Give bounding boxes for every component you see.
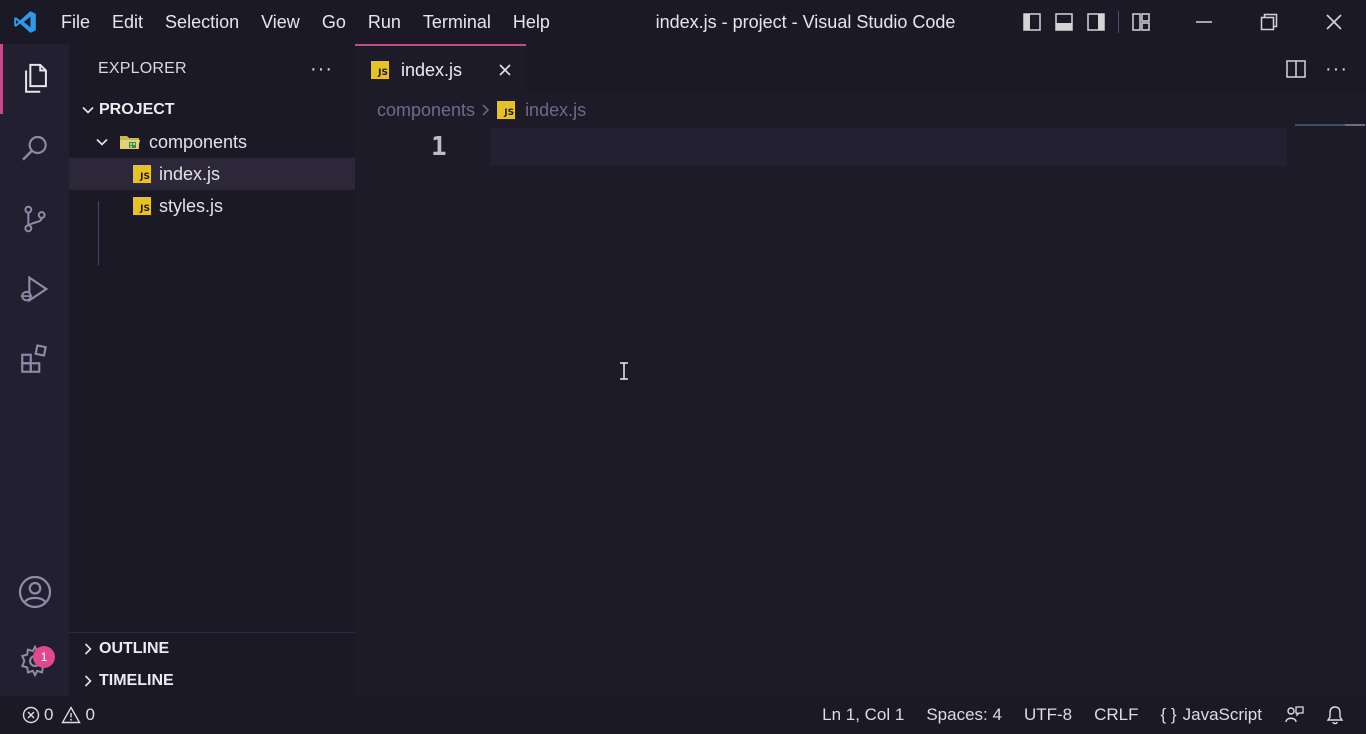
outline-label: OUTLINE bbox=[99, 640, 170, 657]
problems-status[interactable]: 0 0 bbox=[0, 705, 95, 725]
menu-go[interactable]: Go bbox=[311, 0, 357, 44]
menu-selection[interactable]: Selection bbox=[154, 0, 250, 44]
settings-badge: 1 bbox=[33, 646, 55, 668]
menu-bar: File Edit Selection View Go Run Terminal… bbox=[50, 0, 561, 44]
close-window-icon[interactable] bbox=[1301, 0, 1366, 44]
split-editor-icon[interactable] bbox=[1285, 59, 1307, 79]
js-file-icon: JS bbox=[371, 61, 389, 79]
language-label: JavaScript bbox=[1182, 705, 1262, 724]
chevron-down-icon bbox=[77, 103, 99, 117]
error-icon bbox=[22, 706, 40, 724]
breadcrumb: components JS index.js bbox=[355, 94, 1366, 126]
menu-run[interactable]: Run bbox=[357, 0, 412, 44]
scrollbar-indicator bbox=[1345, 124, 1365, 126]
js-file-icon: JS bbox=[133, 165, 151, 183]
timeline-label: TIMELINE bbox=[99, 672, 174, 689]
title-bar: File Edit Selection View Go Run Terminal… bbox=[0, 0, 1366, 44]
cursor-position[interactable]: Ln 1, Col 1 bbox=[811, 705, 915, 725]
editor-area: JS index.js ··· components JS index.js 1 bbox=[355, 44, 1366, 696]
line-number: 1 bbox=[431, 132, 447, 162]
minimize-icon[interactable] bbox=[1171, 0, 1236, 44]
warning-count: 0 bbox=[85, 705, 95, 724]
minimap-indicator bbox=[1295, 124, 1345, 126]
error-count: 0 bbox=[44, 705, 54, 724]
folder-open-icon bbox=[119, 133, 141, 151]
account-icon[interactable] bbox=[0, 557, 69, 627]
menu-view[interactable]: View bbox=[250, 0, 311, 44]
menu-terminal[interactable]: Terminal bbox=[412, 0, 502, 44]
explorer-sidebar: EXPLORER ··· PROJECT components JS index… bbox=[69, 44, 355, 696]
language-mode[interactable]: { } JavaScript bbox=[1150, 705, 1273, 725]
folder-label: components bbox=[149, 131, 248, 152]
tab-label: index.js bbox=[401, 59, 463, 80]
toggle-secondary-sidebar-icon[interactable] bbox=[1080, 0, 1112, 44]
menu-edit[interactable]: Edit bbox=[101, 0, 154, 44]
tab-bar: JS index.js ··· bbox=[355, 44, 1366, 94]
toggle-panel-icon[interactable] bbox=[1048, 0, 1080, 44]
toggle-primary-sidebar-icon[interactable] bbox=[1016, 0, 1048, 44]
activity-bar: 1 bbox=[0, 44, 69, 696]
project-section-header[interactable]: PROJECT bbox=[69, 94, 355, 126]
breadcrumb-folder[interactable]: components bbox=[377, 100, 475, 121]
breadcrumb-file[interactable]: index.js bbox=[525, 100, 586, 121]
js-file-icon: JS bbox=[133, 197, 151, 215]
notifications-bell-icon[interactable] bbox=[1315, 705, 1366, 725]
menu-help[interactable]: Help bbox=[502, 0, 561, 44]
file-label: styles.js bbox=[159, 195, 224, 216]
search-icon[interactable] bbox=[0, 114, 69, 184]
chevron-right-icon bbox=[77, 642, 99, 656]
current-line[interactable] bbox=[490, 128, 1287, 166]
project-label: PROJECT bbox=[99, 101, 175, 118]
editor-more-actions-icon[interactable]: ··· bbox=[1325, 58, 1348, 81]
run-debug-icon[interactable] bbox=[0, 254, 69, 324]
source-control-icon[interactable] bbox=[0, 184, 69, 254]
settings-gear-icon[interactable]: 1 bbox=[0, 626, 69, 696]
chevron-right-icon bbox=[481, 103, 491, 117]
menu-file[interactable]: File bbox=[50, 0, 101, 44]
chevron-down-icon bbox=[95, 135, 109, 149]
file-label: index.js bbox=[159, 163, 221, 184]
title-separator bbox=[1118, 11, 1119, 33]
close-tab-icon[interactable] bbox=[498, 63, 512, 77]
warning-icon bbox=[61, 706, 82, 724]
file-styles-js[interactable]: JS styles.js bbox=[69, 190, 355, 222]
customize-layout-icon[interactable] bbox=[1125, 0, 1157, 44]
feedback-icon[interactable] bbox=[1273, 705, 1315, 725]
more-actions-icon[interactable]: ··· bbox=[310, 58, 333, 81]
explorer-title: EXPLORER bbox=[98, 60, 187, 77]
end-of-line[interactable]: CRLF bbox=[1083, 705, 1149, 725]
extensions-icon[interactable] bbox=[0, 324, 69, 394]
outline-section-header[interactable]: OUTLINE bbox=[69, 633, 355, 665]
braces-icon: { } bbox=[1160, 705, 1177, 724]
indent-guide bbox=[98, 201, 99, 265]
chevron-right-icon bbox=[77, 674, 99, 688]
encoding[interactable]: UTF-8 bbox=[1013, 705, 1083, 725]
indentation[interactable]: Spaces: 4 bbox=[915, 705, 1013, 725]
text-cursor-icon bbox=[619, 362, 629, 385]
tab-index-js[interactable]: JS index.js bbox=[355, 44, 526, 94]
timeline-section-header[interactable]: TIMELINE bbox=[69, 665, 355, 697]
folder-components[interactable]: components bbox=[69, 126, 355, 158]
js-file-icon: JS bbox=[497, 101, 516, 119]
vscode-logo-icon bbox=[0, 0, 50, 44]
file-index-js[interactable]: JS index.js bbox=[69, 158, 355, 190]
restore-icon[interactable] bbox=[1236, 0, 1301, 44]
explorer-icon[interactable] bbox=[0, 44, 69, 114]
status-bar: 0 0 Ln 1, Col 1 Spaces: 4 UTF-8 CRLF { }… bbox=[0, 696, 1366, 734]
